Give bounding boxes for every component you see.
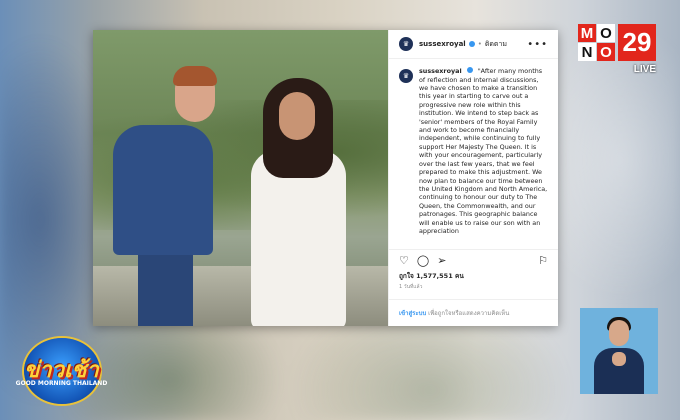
- verified-icon: [466, 67, 473, 74]
- share-icon[interactable]: ➢: [437, 254, 446, 267]
- post-side-panel: ♛ sussexroyal • ติดตาม ••• ♛ sussexroyal…: [388, 30, 558, 326]
- login-prompt: เข้าสู่ระบบ เพื่อถูกใจหรือแสดงความคิดเห็…: [389, 299, 558, 326]
- logo-letter: O: [597, 24, 615, 42]
- login-text: เพื่อถูกใจหรือแสดงความคิดเห็น: [428, 310, 510, 318]
- post-time: 1 วันที่แล้ว: [399, 284, 423, 291]
- show-logo: ข่าวเช้า GOOD MORNING THAILAND: [14, 338, 109, 406]
- logo-number: 29: [618, 24, 656, 61]
- instagram-post: ♛ sussexroyal • ติดตาม ••• ♛ sussexroyal…: [93, 30, 558, 326]
- action-bar: ♡ ◯ ➢ ⚐: [389, 249, 558, 271]
- login-link[interactable]: เข้าสู่ระบบ: [399, 310, 426, 317]
- logo-letter: N: [578, 43, 596, 61]
- post-caption: ♛ sussexroyal "After many months of refl…: [389, 59, 558, 249]
- heart-icon[interactable]: ♡: [399, 254, 409, 267]
- post-header: ♛ sussexroyal • ติดตาม •••: [389, 30, 558, 60]
- live-label: LIVE: [633, 64, 656, 75]
- bookmark-icon[interactable]: ⚐: [538, 254, 548, 267]
- likes-count[interactable]: ถูกใจ 1,577,551 คน: [389, 271, 558, 281]
- logo-letter: O: [597, 43, 615, 61]
- more-options-button[interactable]: •••: [527, 39, 548, 50]
- verified-icon: [468, 41, 475, 48]
- logo-letter: M: [578, 24, 596, 42]
- comment-icon[interactable]: ◯: [417, 254, 429, 267]
- follow-button[interactable]: ติดตาม: [485, 39, 507, 50]
- avatar[interactable]: ♛: [399, 37, 413, 52]
- avatar[interactable]: ♛: [399, 69, 413, 84]
- sign-language-interpreter: [580, 308, 658, 394]
- username[interactable]: sussexroyal: [419, 40, 466, 48]
- channel-logo: M O N O 29 LIVE: [578, 24, 656, 78]
- post-photo: [93, 30, 388, 326]
- caption-username[interactable]: sussexroyal: [419, 67, 462, 75]
- show-subtitle: GOOD MORNING THAILAND: [15, 380, 108, 387]
- caption-text: "After many months of reflection and int…: [419, 67, 548, 235]
